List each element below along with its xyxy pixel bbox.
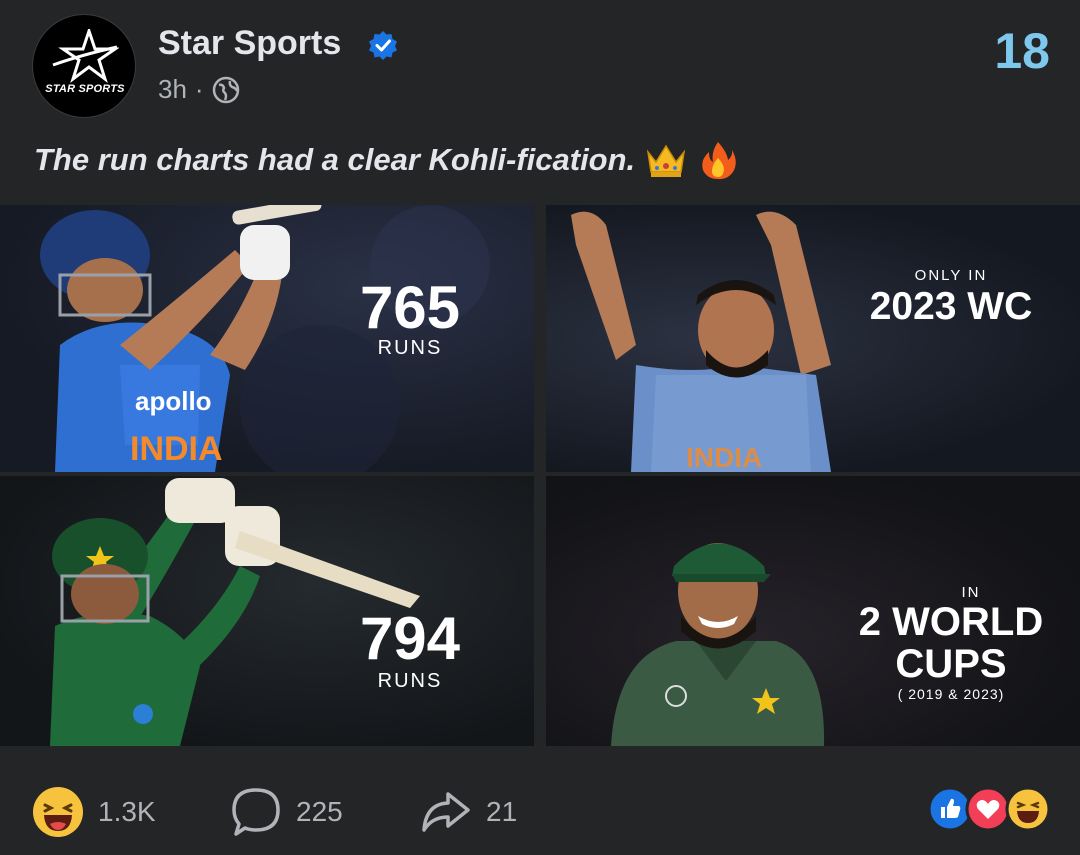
tile-1-value: 765 (359, 274, 461, 341)
svg-text:INDIA: INDIA (686, 442, 762, 472)
share-count: 21 (486, 796, 518, 827)
post-footer: 1.3K 225 21 (0, 760, 1080, 855)
image-tile-babar-smiling[interactable]: IN 2 WORLD CUPS ( 2019 & 2023) (546, 476, 1080, 746)
tile-3-value: 794 (359, 605, 461, 672)
page-name[interactable]: Star Sports (158, 24, 341, 63)
share-icon (422, 792, 470, 832)
svg-text:INDIA: INDIA (130, 430, 223, 468)
tile-4-value-line1: 2 WORLD (858, 600, 1044, 644)
react-button[interactable]: 1.3K (32, 786, 156, 838)
kohli-celebrating-photo: INDIA (571, 211, 831, 472)
image-tile-kohli-celebrating[interactable]: INDIA ONLY IN 2023 WC (546, 205, 1080, 472)
tile-1-label: RUNS (377, 337, 443, 359)
tile-4-value-line2: CUPS (895, 642, 1007, 686)
share-button[interactable]: 21 (420, 786, 517, 838)
image-tile-babar-batting[interactable]: 794 RUNS (0, 476, 534, 746)
post-counter: 18 (994, 23, 1050, 79)
post-meta: 3h · (158, 74, 240, 105)
post-caption: The run charts had a clear Kohli-ficatio… (34, 140, 739, 180)
tile-4-years: ( 2019 & 2023) (897, 686, 1005, 702)
reaction-count: 1.3K (98, 796, 156, 827)
like-reaction-icon (928, 786, 973, 832)
comment-icon (232, 788, 280, 836)
haha-reaction-icon (33, 787, 83, 837)
logo-text: STAR SPORTS (45, 83, 125, 95)
tile-2-prefix: ONLY IN (914, 267, 988, 284)
svg-text:apollo: apollo (135, 386, 212, 416)
page-avatar[interactable]: STAR SPORTS (32, 14, 136, 118)
comment-button[interactable]: 225 (230, 786, 343, 838)
tile-2-value: 2023 WC (869, 285, 1033, 328)
meta-separator: · (194, 74, 204, 104)
tile-3-label: RUNS (377, 670, 443, 692)
tile-4-prefix: IN (961, 584, 981, 601)
globe-icon (212, 76, 239, 103)
reaction-summary[interactable] (928, 784, 1052, 834)
post-time[interactable]: 3h (158, 74, 187, 105)
verified-badge-icon (369, 31, 397, 60)
haha-reaction-small-icon (1005, 786, 1051, 832)
post-header: STAR SPORTS Star Sports 3h · 18 (0, 0, 1080, 130)
comment-count: 225 (296, 796, 343, 827)
fire-icon (702, 142, 736, 180)
love-reaction-icon (965, 786, 1011, 832)
star-logo-icon (52, 29, 119, 83)
image-tile-kohli-batting[interactable]: apollo INDIA 765 RUNS (0, 205, 534, 472)
caption-text: The run charts had a clear Kohli-ficatio… (34, 142, 636, 177)
crown-icon (647, 144, 686, 177)
